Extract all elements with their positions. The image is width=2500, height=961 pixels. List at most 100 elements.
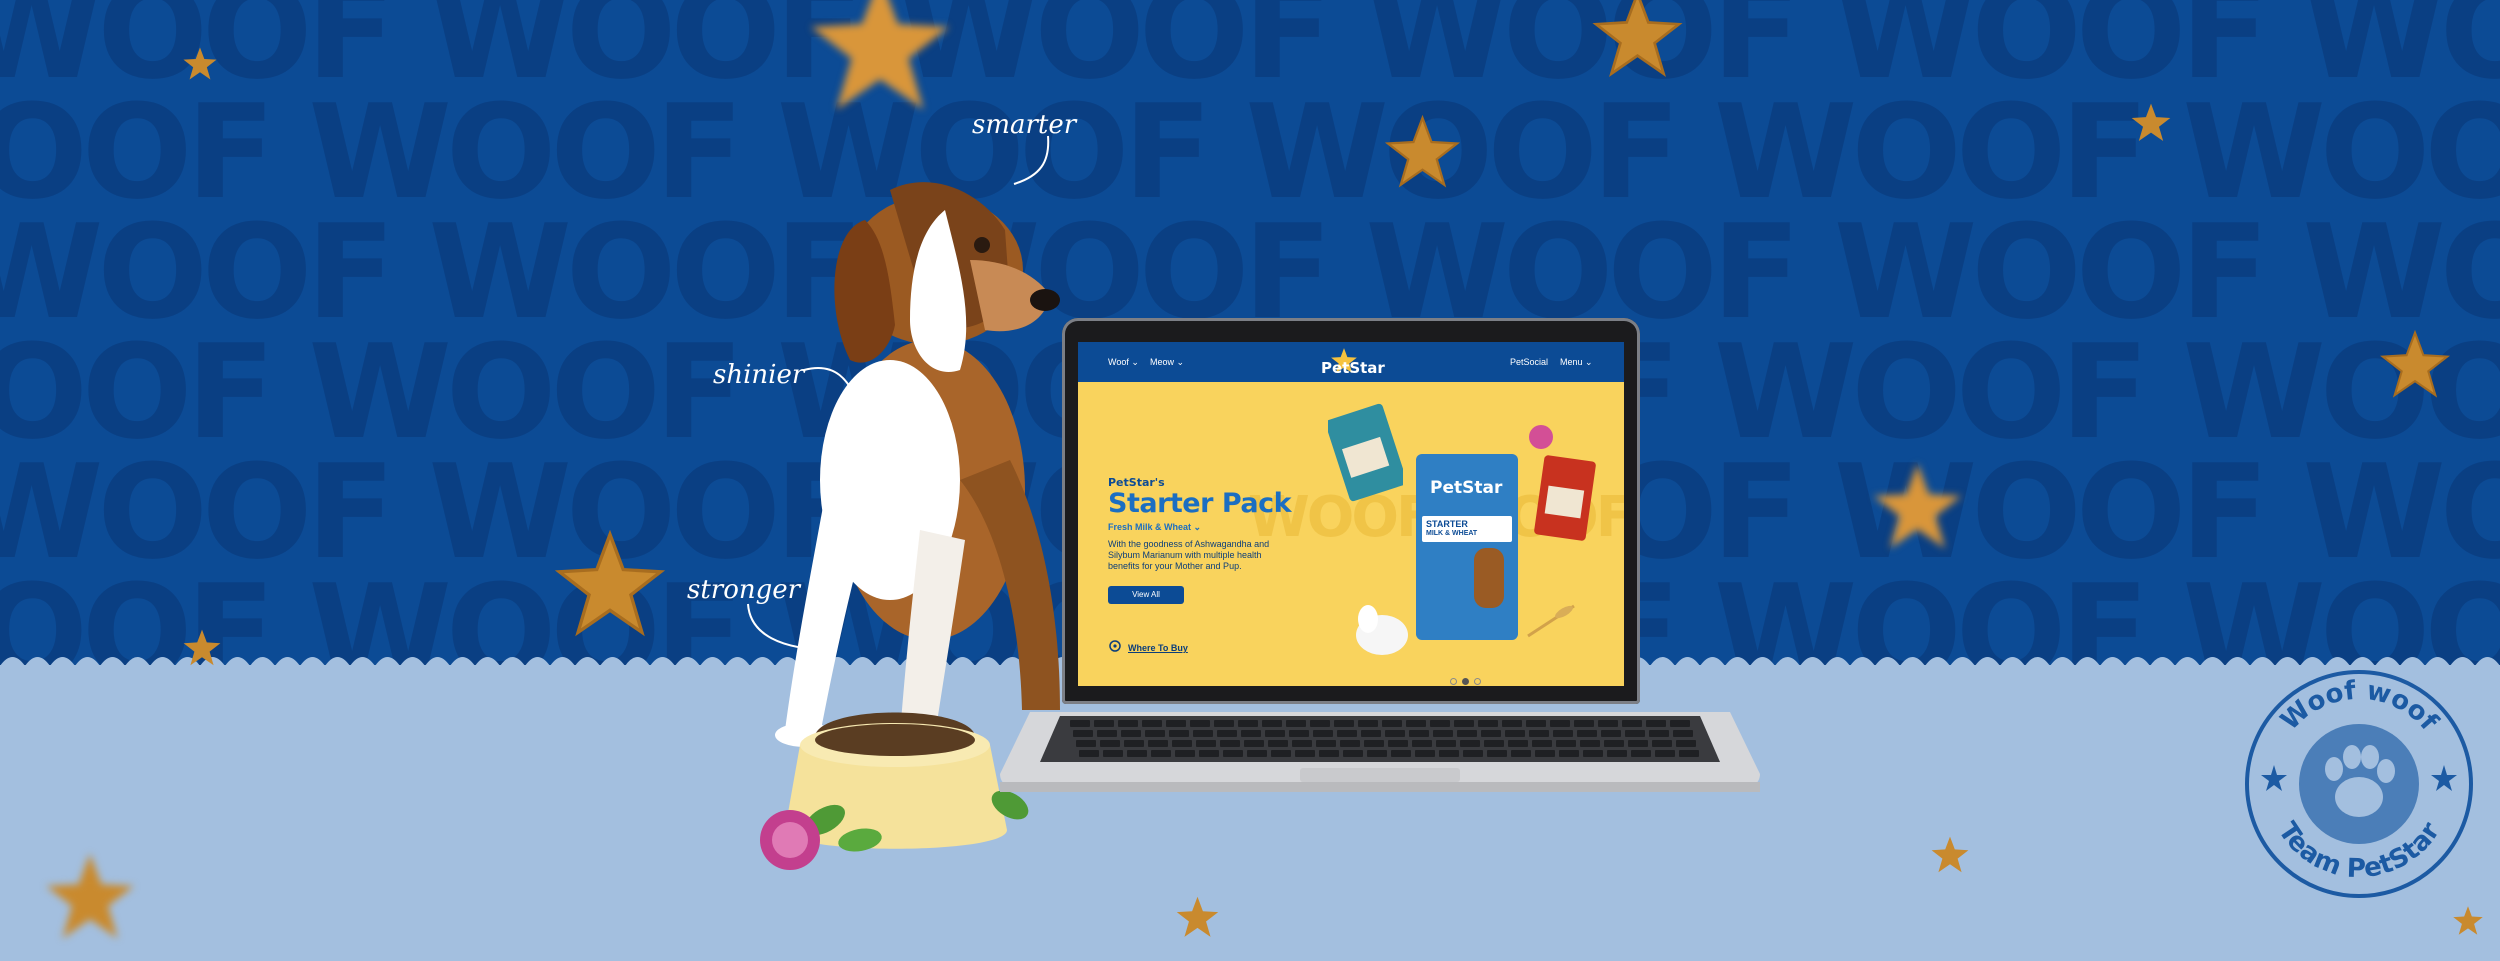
carousel-dot[interactable]	[1450, 678, 1457, 685]
chevron-down-icon: ⌄	[1193, 522, 1202, 532]
keyboard-key	[1076, 740, 1096, 747]
keyboard-key	[1511, 750, 1531, 757]
woof-row: WOOF WOOF WOOF WOOF WOOF WOOF WOOF WOOF …	[0, 196, 2500, 348]
keyboard-key	[1460, 740, 1480, 747]
laptop-mockup: Woof ⌄ Meow ⌄ PetStar PetSocial Menu ⌄ W…	[1000, 318, 1760, 808]
keyboard-key	[1124, 740, 1144, 747]
nav-petsocial-link[interactable]: PetSocial	[1510, 357, 1548, 367]
biscuit-icon	[2131, 103, 2171, 142]
biscuit-icon	[183, 629, 221, 666]
keyboard-key	[1127, 750, 1147, 757]
keyboard-key	[1217, 730, 1237, 737]
keyboard-key	[1415, 750, 1435, 757]
where-to-buy-link[interactable]: Where To Buy	[1128, 643, 1188, 653]
keyboard-key	[1649, 730, 1669, 737]
nav-meow-label: Meow	[1150, 357, 1175, 367]
keyboard-key	[1073, 730, 1093, 737]
keyboard-key	[1289, 730, 1309, 737]
keyboard-key	[1679, 750, 1699, 757]
biscuit-icon	[183, 47, 217, 80]
keyboard-key	[1598, 720, 1618, 727]
chevron-down-icon: ⌄	[1585, 357, 1593, 367]
keyboard-key	[1625, 730, 1645, 737]
keyboard-key	[1406, 720, 1426, 727]
product-bag-red	[1534, 455, 1596, 541]
keyboard-key	[1439, 750, 1459, 757]
view-all-button[interactable]: View All	[1108, 586, 1184, 604]
keyboard-key	[1241, 730, 1261, 737]
star-icon	[2431, 765, 2457, 791]
keyboard-key	[1601, 730, 1621, 737]
keyboard-key	[1481, 730, 1501, 737]
wheat-illustration	[1527, 604, 1575, 638]
bag-brand: PetStar	[1430, 478, 1503, 498]
keyboard-key	[1463, 750, 1483, 757]
keyboard-key	[1457, 730, 1477, 737]
carousel-dot[interactable]	[1474, 678, 1481, 685]
keyboard-key	[1286, 720, 1306, 727]
keyboard-key	[1529, 730, 1549, 737]
keyboard-key	[1433, 730, 1453, 737]
nav-woof-label: Woof	[1108, 357, 1129, 367]
biscuit-icon	[811, 0, 949, 110]
keyboard-key	[1295, 750, 1315, 757]
keyboard-key	[1454, 720, 1474, 727]
keyboard-key	[1622, 720, 1642, 727]
product-bag-starter: PetStar STARTER MILK & WHEAT	[1416, 454, 1518, 640]
keyboard-key	[1175, 750, 1195, 757]
keyboard-key	[1169, 730, 1189, 737]
carousel-dot[interactable]	[1462, 678, 1469, 685]
keyboard-key	[1550, 720, 1570, 727]
biscuit-icon	[46, 853, 134, 939]
keyboard-key	[1316, 740, 1336, 747]
petstar-logo[interactable]: PetStar	[1315, 347, 1387, 381]
biscuit-icon	[1592, 0, 1683, 77]
keyboard-key	[1607, 750, 1627, 757]
keyboard-key	[1193, 730, 1213, 737]
bag-product-name: STARTER	[1426, 519, 1468, 529]
hero-title: Starter Pack	[1108, 488, 1292, 519]
hero-banner: WOOF WOOF WOOF WOOF WOOF WOOF WOOF WOOF …	[0, 0, 2500, 961]
woof-row: WOOF WOOF WOOF WOOF WOOF WOOF WOOF WOOF …	[0, 76, 2500, 228]
keyboard-key	[1508, 740, 1528, 747]
keyboard-key	[1094, 720, 1114, 727]
keyboard-key	[1409, 730, 1429, 737]
keyboard-key	[1361, 730, 1381, 737]
nav-woof-link[interactable]: Woof ⌄	[1108, 357, 1139, 368]
keyboard-key	[1265, 730, 1285, 737]
keyboard-key	[1313, 730, 1333, 737]
keyboard-key	[1631, 750, 1651, 757]
keyboard-key	[1412, 740, 1432, 747]
keyboard-key	[1391, 750, 1411, 757]
keyboard-key	[1367, 750, 1387, 757]
biscuit-icon	[1176, 896, 1219, 937]
nav-meow-link[interactable]: Meow ⌄	[1150, 357, 1184, 368]
keyboard-key	[1628, 740, 1648, 747]
variant-dropdown[interactable]: Fresh Milk & Wheat ⌄	[1108, 522, 1201, 533]
website-screen: Woof ⌄ Meow ⌄ PetStar PetSocial Menu ⌄ W…	[1078, 342, 1624, 686]
chevron-down-icon: ⌄	[1176, 357, 1185, 367]
keyboard-key	[1487, 750, 1507, 757]
keyboard-key	[1580, 740, 1600, 747]
nav-menu-button[interactable]: Menu ⌄	[1560, 357, 1593, 368]
keyboard-key	[1676, 740, 1696, 747]
keyboard-key	[1526, 720, 1546, 727]
keyboard-key	[1358, 720, 1378, 727]
keyboard-key	[1118, 720, 1138, 727]
keyboard-key	[1670, 720, 1690, 727]
keyboard-key	[1319, 750, 1339, 757]
keyboard-key	[1559, 750, 1579, 757]
keyboard-key	[1652, 740, 1672, 747]
keyboard-key	[1385, 730, 1405, 737]
star-icon	[2261, 765, 2287, 791]
keyboard-key	[1343, 750, 1363, 757]
keyboard-key	[1388, 740, 1408, 747]
keyboard-key	[1502, 720, 1522, 727]
biscuit-icon	[1385, 115, 1460, 188]
biscuit-icon	[1873, 463, 1962, 549]
keyboard-key	[1535, 750, 1555, 757]
keyboard-key	[1271, 750, 1291, 757]
keyboard-key	[1340, 740, 1360, 747]
keyboard-key	[1214, 720, 1234, 727]
product-bag-teal	[1328, 403, 1403, 502]
